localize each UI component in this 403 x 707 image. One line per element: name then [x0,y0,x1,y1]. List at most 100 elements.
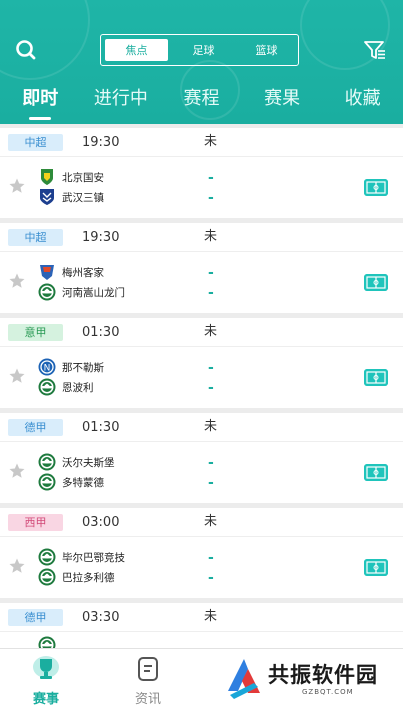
home-team-name: 梅州客家 [62,266,104,279]
home-team: 沃尔夫斯堡 [38,453,115,471]
league-badge: 中超 [8,133,63,151]
trophy-icon [33,656,59,679]
filter-icon[interactable] [363,38,387,62]
segment-football[interactable]: 足球 [172,35,235,65]
live-field-icon[interactable] [364,369,388,386]
app-header: 焦点 足球 篮球 即时 进行中 赛程 赛果 收藏 [0,0,403,124]
home-score: - [208,455,214,471]
away-team: 巴拉多利德 [38,568,115,586]
watermark-subtitle: GZBQT.COM [302,688,354,696]
live-field-icon[interactable] [364,179,388,196]
favorite-star-icon[interactable] [8,462,26,480]
away-score: - [208,285,214,301]
nav-news[interactable]: 资讯 [108,655,188,707]
sport-segmented-control: 焦点 足球 篮球 [100,34,299,66]
home-score: - [208,360,214,376]
soccer-logo-icon [38,453,56,471]
match-card-body [0,632,403,648]
home-team: 北京国安 [38,168,104,186]
home-team-name: 沃尔夫斯堡 [62,456,115,469]
search-icon[interactable] [14,38,38,62]
home-team: 梅州客家 [38,263,104,281]
favorite-star-icon[interactable] [8,367,26,385]
away-team: 河南嵩山龙门 [38,283,125,301]
away-team: 恩波利 [38,378,94,396]
home-score: - [208,550,214,566]
soccer-logo-icon [38,636,56,648]
kickoff-time: 19:30 [82,229,120,245]
kickoff-time: 19:30 [82,134,120,150]
favorite-star-icon[interactable] [8,272,26,290]
match-card[interactable]: 德甲 01:30 未 沃尔夫斯堡 多特蒙德 - - [0,413,403,503]
match-status: 未 [204,514,218,529]
tab-schedule[interactable]: 赛程 [161,84,242,120]
napoli-logo-icon: N [38,358,56,376]
segment-focus[interactable]: 焦点 [105,39,168,61]
kickoff-time: 01:30 [82,419,120,435]
tab-favorites[interactable]: 收藏 [322,84,403,120]
home-team-name: 那不勒斯 [62,361,104,374]
kickoff-time: 03:30 [82,609,120,625]
away-score: - [208,475,214,491]
match-card[interactable]: 德甲 03:30 未 [0,603,403,648]
match-card-body: 梅州客家 河南嵩山龙门 - - [0,252,403,313]
home-team-name: 北京国安 [62,171,104,184]
away-team-name: 河南嵩山龙门 [62,286,125,299]
match-card-header: 意甲 01:30 未 [0,318,403,347]
away-team: 多特蒙德 [38,473,104,491]
away-team: 武汉三镇 [38,188,104,206]
away-score: - [208,190,214,206]
match-tabs: 即时 进行中 赛程 赛果 收藏 [0,84,403,120]
home-team-name: 毕尔巴鄂竞技 [62,551,125,564]
match-list: 中超 19:30 未 北京国安 武汉三镇 - - 中超 19:30 未 梅州客家… [0,128,403,648]
match-card-body: 北京国安 武汉三镇 - - [0,157,403,218]
segment-basketball[interactable]: 篮球 [235,35,298,65]
away-team-name: 恩波利 [62,381,94,394]
svg-text:N: N [44,364,51,374]
meizhou-kejia-logo-icon [40,265,54,280]
match-card-body: N 那不勒斯 恩波利 - - [0,347,403,408]
match-status: 未 [204,609,218,624]
match-status: 未 [204,419,218,434]
match-card-header: 中超 19:30 未 [0,223,403,252]
live-field-icon[interactable] [364,464,388,481]
match-card[interactable]: 意甲 01:30 未 N 那不勒斯 恩波利 - - [0,318,403,408]
match-card[interactable]: 中超 19:30 未 梅州客家 河南嵩山龙门 - - [0,223,403,313]
home-score: - [208,265,214,281]
match-card[interactable]: 西甲 03:00 未 毕尔巴鄂竞技 巴拉多利德 - - [0,508,403,598]
soccer-logo-icon [38,473,56,491]
nav-events[interactable]: 赛事 [6,655,86,707]
soccer-logo-icon [38,568,56,586]
away-score: - [208,380,214,396]
match-card-body: 沃尔夫斯堡 多特蒙德 - - [0,442,403,503]
nav-events-label: 赛事 [32,692,59,707]
live-field-icon[interactable] [364,559,388,576]
soccer-logo-icon [38,283,56,301]
watermark-title: 共振软件园 [268,663,378,687]
tab-results[interactable]: 赛果 [242,84,323,120]
favorite-star-icon[interactable] [8,557,26,575]
match-card-header: 中超 19:30 未 [0,128,403,157]
tab-live-now[interactable]: 即时 [0,84,81,120]
league-badge: 意甲 [8,323,63,341]
match-card-body: 毕尔巴鄂竞技 巴拉多利德 - - [0,537,403,598]
favorite-star-icon[interactable] [8,177,26,195]
tab-in-progress[interactable]: 进行中 [81,84,162,120]
away-team-name: 巴拉多利德 [62,571,115,584]
beijing-guoan-logo-icon [41,169,53,185]
away-team-name: 多特蒙德 [62,476,104,489]
match-status: 未 [204,134,218,149]
away-team-name: 武汉三镇 [62,191,104,204]
league-badge: 中超 [8,228,63,246]
match-card-header: 德甲 01:30 未 [0,413,403,442]
nav-news-label: 资讯 [134,692,161,707]
match-card[interactable]: 中超 19:30 未 北京国安 武汉三镇 - - [0,128,403,218]
kickoff-time: 03:00 [82,514,120,530]
home-team [38,636,62,648]
home-team: 毕尔巴鄂竞技 [38,548,125,566]
soccer-logo-icon [38,378,56,396]
wuhan-sanzhen-logo-icon [40,189,54,205]
live-field-icon[interactable] [364,274,388,291]
watermark-logo: 共振软件园 GZBQT.COM [224,657,384,701]
home-team: N 那不勒斯 [38,358,104,376]
